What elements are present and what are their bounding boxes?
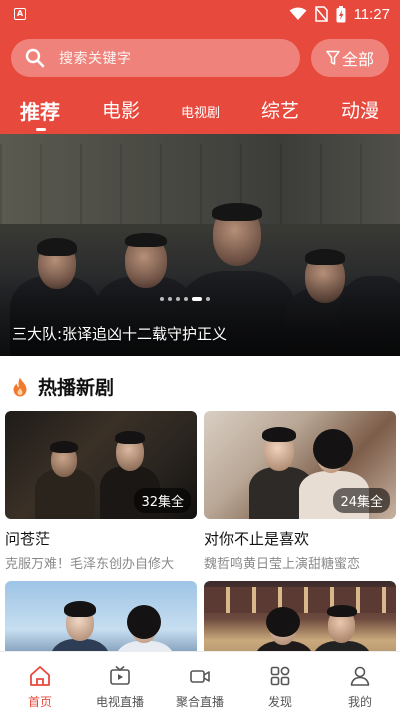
drama-subtitle: 克服万难！毛泽东创办自修大	[5, 557, 175, 572]
wifi-icon	[289, 7, 307, 20]
tab-variety[interactable]: 综艺	[261, 96, 299, 123]
nav-home[interactable]: 首页	[0, 652, 80, 712]
tab-recommend[interactable]: 推荐	[20, 96, 60, 125]
filter-button[interactable]: 全部	[311, 39, 389, 77]
tab-movies[interactable]: 电影	[102, 96, 140, 123]
filter-icon	[326, 50, 340, 65]
drama-title: 问苍茫	[5, 530, 51, 548]
banner-caption: 三大队:张译追凶十二载守护正义	[12, 325, 228, 343]
tv-icon	[110, 665, 130, 685]
section-header: 热播新剧	[12, 373, 114, 400]
filter-label: 全部	[341, 50, 374, 69]
nav-label: 发现	[267, 695, 292, 709]
pagination-dot[interactable]	[176, 297, 180, 301]
discover-grid-icon	[270, 666, 290, 686]
active-tab-indicator	[36, 128, 46, 131]
pagination-dot[interactable]	[168, 297, 172, 301]
pagination-dot[interactable]	[206, 297, 210, 301]
nav-label: 电视直播	[95, 695, 144, 709]
pagination-dot[interactable]	[184, 297, 188, 301]
banner-gradient	[0, 276, 400, 356]
search-row: 搜索关键字 全部	[11, 39, 389, 77]
nav-aggregate-live[interactable]: 聚合直播	[160, 652, 240, 712]
pagination-dot-active[interactable]	[192, 297, 202, 301]
nav-label: 聚合直播	[175, 695, 224, 709]
drama-poster: 24集全	[204, 411, 396, 519]
episode-badge: 24集全	[333, 488, 390, 513]
header: A 11:27 搜索关键字 全部 推荐 电影 电视剧 综艺 动漫	[0, 0, 400, 134]
nav-label: 我的	[347, 695, 372, 709]
drama-card[interactable]: 24集全 对你不止是喜欢 魏哲鸣黄日莹上演甜糖蜜恋	[204, 411, 396, 572]
banner-pagination	[160, 297, 210, 301]
episode-badge: 32集全	[134, 488, 191, 513]
nav-tv-live[interactable]: 电视直播	[80, 652, 160, 712]
featured-banner[interactable]: 三大队:张译追凶十二载守护正义	[0, 134, 400, 356]
tab-anime[interactable]: 动漫	[341, 96, 379, 123]
section-title: 热播新剧	[38, 377, 115, 399]
clock: 11:27	[353, 5, 390, 23]
drama-title: 对你不止是喜欢	[204, 530, 310, 548]
flame-icon	[13, 377, 27, 396]
drama-poster: 32集全	[5, 411, 197, 519]
nav-discover[interactable]: 发现	[240, 652, 320, 712]
home-icon	[30, 666, 50, 686]
bottom-navigation: 首页 电视直播 聚合直播 发现 我的	[0, 651, 400, 712]
search-placeholder: 搜索关键字	[59, 51, 132, 67]
drama-subtitle: 魏哲鸣黄日莹上演甜糖蜜恋	[204, 557, 361, 572]
battery-charging-icon	[336, 5, 346, 22]
video-camera-icon	[190, 670, 210, 683]
pagination-dot[interactable]	[160, 297, 164, 301]
app-notification-icon: A	[14, 8, 26, 20]
nav-label: 首页	[27, 695, 52, 709]
category-tabs: 推荐 电影 电视剧 综艺 动漫	[0, 94, 400, 134]
user-icon	[350, 666, 370, 686]
status-bar: A 11:27	[0, 0, 400, 28]
nav-profile[interactable]: 我的	[320, 652, 400, 712]
drama-card[interactable]: 32集全 问苍茫 克服万难！毛泽东创办自修大	[5, 411, 197, 572]
tab-tv-series[interactable]: 电视剧	[181, 102, 220, 121]
no-sim-icon	[314, 6, 328, 22]
search-input[interactable]: 搜索关键字	[11, 39, 300, 77]
search-icon	[25, 48, 45, 68]
